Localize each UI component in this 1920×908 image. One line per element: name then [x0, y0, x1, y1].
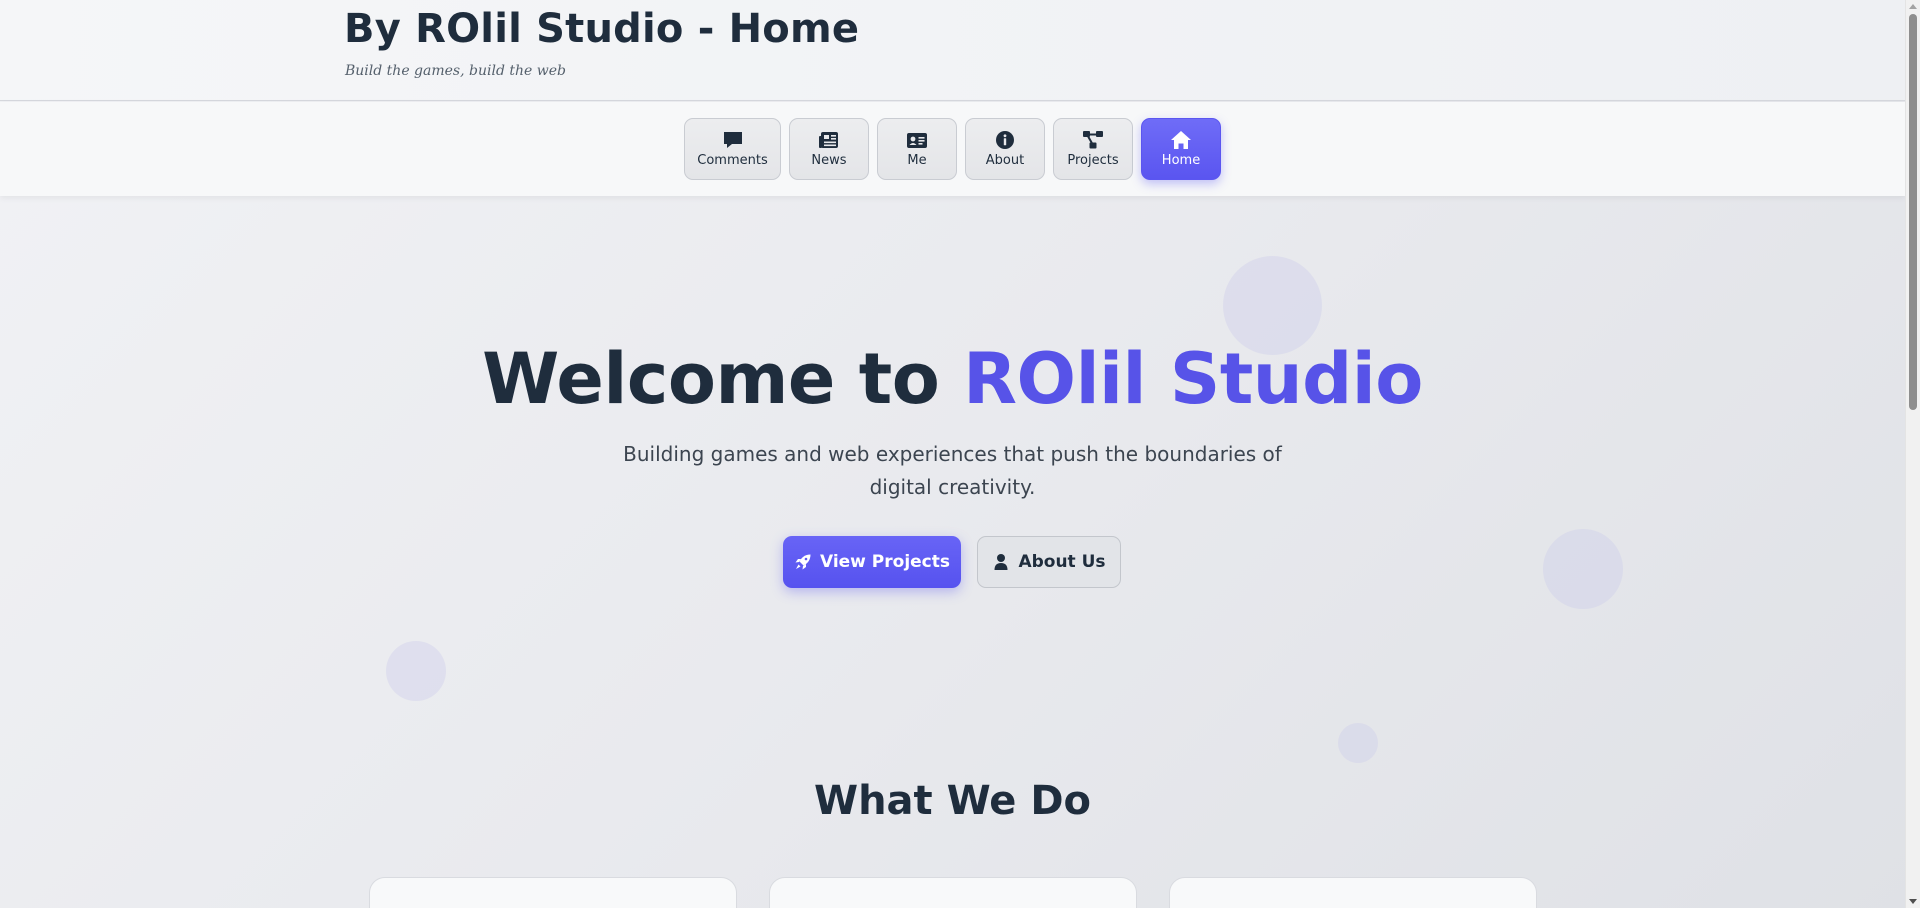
- nav-home-button[interactable]: Home: [1141, 118, 1221, 180]
- project-diagram-icon: [1083, 131, 1103, 149]
- view-projects-button[interactable]: View Projects: [783, 536, 961, 588]
- newspaper-icon: [819, 132, 838, 148]
- section-title: What We Do: [813, 778, 1092, 824]
- about-us-label: About Us: [1018, 552, 1106, 572]
- nav-comments-label: Comments: [697, 153, 768, 168]
- site-tagline: Build the games, build the web: [345, 63, 566, 79]
- vertical-scrollbar[interactable]: [1905, 0, 1920, 908]
- comment-icon: [723, 132, 742, 148]
- nav-projects-button[interactable]: Projects: [1053, 118, 1133, 180]
- user-icon: [994, 554, 1008, 570]
- nav-me-button[interactable]: Me: [877, 118, 957, 180]
- info-circle-icon: [996, 131, 1014, 149]
- service-card: [369, 877, 737, 908]
- nav-comments-button[interactable]: Comments: [684, 118, 781, 180]
- about-us-button[interactable]: About Us: [977, 536, 1121, 588]
- scrollbar-thumb[interactable]: [1909, 14, 1917, 410]
- site-title: By ROlil Studio - Home: [344, 6, 860, 52]
- nav-me-label: Me: [907, 153, 927, 168]
- nav-bar: Comments News Me About Projects Home: [0, 102, 1905, 196]
- decorative-bubble: [1338, 723, 1378, 763]
- service-card: [769, 877, 1137, 908]
- hero-subtitle: Building games and web experiences that …: [623, 442, 1282, 499]
- nav-home-label: Home: [1161, 153, 1201, 168]
- rocket-icon: [795, 554, 811, 570]
- scroll-down-arrow-icon[interactable]: [1909, 899, 1917, 904]
- scroll-up-arrow-icon[interactable]: [1909, 4, 1917, 9]
- id-card-icon: [907, 133, 927, 148]
- hero-title-accent: ROlil Studio: [963, 338, 1423, 420]
- decorative-bubble: [386, 641, 446, 701]
- home-icon: [1171, 131, 1191, 149]
- site-header: By ROlil Studio - Home Build the games, …: [0, 0, 1905, 101]
- nav-about-label: About: [985, 153, 1025, 168]
- service-card: [1169, 877, 1537, 908]
- hero-title: Welcome to ROlil Studio: [0, 338, 1905, 420]
- nav-news-button[interactable]: News: [789, 118, 869, 180]
- decorative-bubble: [1543, 529, 1623, 609]
- hero-title-prefix: Welcome to: [482, 338, 940, 420]
- nav-projects-label: Projects: [1067, 153, 1119, 168]
- view-projects-label: View Projects: [819, 552, 951, 572]
- page: By ROlil Studio - Home Build the games, …: [0, 0, 1905, 908]
- nav-news-label: News: [811, 153, 847, 168]
- nav-about-button[interactable]: About: [965, 118, 1045, 180]
